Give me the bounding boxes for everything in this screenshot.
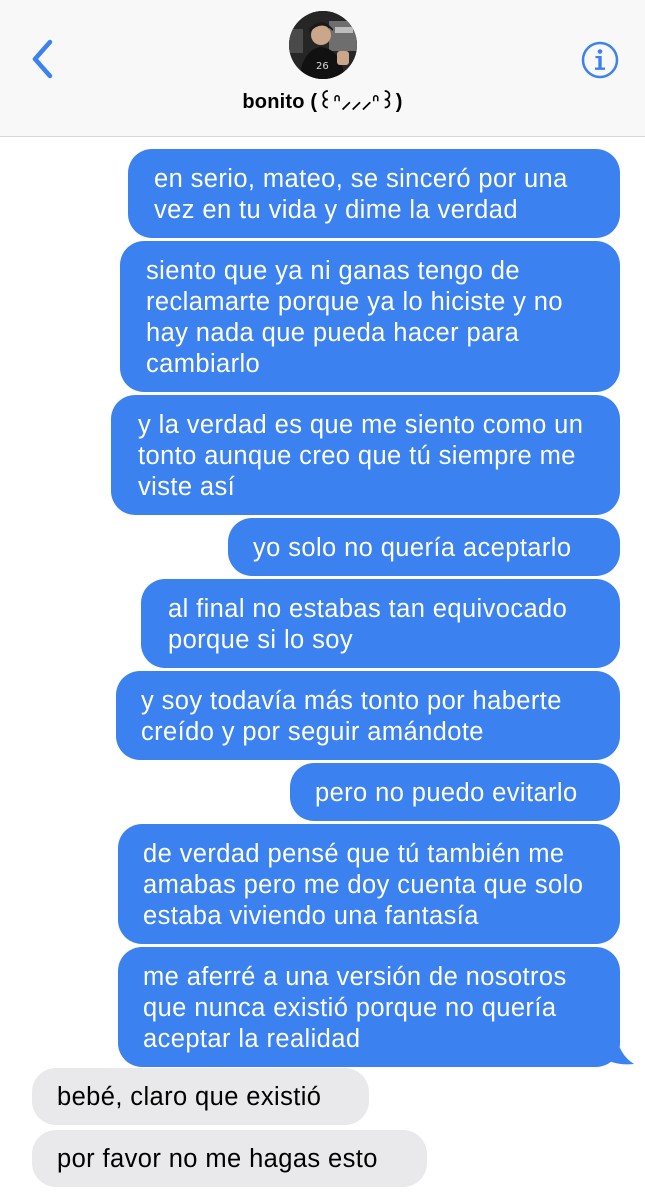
sent-message[interactable]: al final no estabas tan equivocado porqu… — [141, 579, 620, 668]
messages-screen: 26 bonito (꒰ᐢ⸝⸝⸝ᐢ꒱) en serio, mateo, se … — [0, 0, 645, 1200]
sent-bubble-tail — [598, 1032, 634, 1065]
received-message[interactable]: por favor no me hagas esto — [32, 1130, 427, 1187]
sent-message[interactable]: pero no puedo evitarlo — [290, 763, 620, 821]
avatar[interactable]: 26 — [289, 11, 357, 79]
info-circle-icon — [581, 41, 619, 79]
contact-name[interactable]: bonito (꒰ᐢ⸝⸝⸝ᐢ꒱) — [0, 87, 645, 114]
sent-message[interactable]: de verdad pensé que tú también me amabas… — [118, 824, 620, 944]
chevron-left-icon — [32, 39, 53, 79]
received-message[interactable]: bebé, claro que existió — [32, 1068, 369, 1125]
sent-message[interactable]: en serio, mateo, se sinceró por una vez … — [128, 149, 620, 238]
avatar-photo: 26 — [289, 11, 357, 79]
sent-message[interactable]: me aferré a una versión de nosotros que … — [118, 947, 620, 1067]
message-thread: en serio, mateo, se sinceró por una vez … — [0, 137, 645, 1200]
sent-message[interactable]: y soy todavía más tonto por haberte creí… — [116, 671, 620, 760]
info-button[interactable] — [580, 40, 620, 80]
sent-message[interactable]: siento que ya ni ganas tengo de reclamar… — [120, 241, 620, 392]
svg-text:26: 26 — [316, 61, 329, 72]
sent-message[interactable]: yo solo no quería aceptarlo — [228, 518, 620, 576]
back-button[interactable] — [26, 38, 66, 82]
conversation-header: 26 bonito (꒰ᐢ⸝⸝⸝ᐢ꒱) — [0, 0, 645, 137]
sent-message[interactable]: y la verdad es que me siento como un ton… — [111, 395, 620, 515]
